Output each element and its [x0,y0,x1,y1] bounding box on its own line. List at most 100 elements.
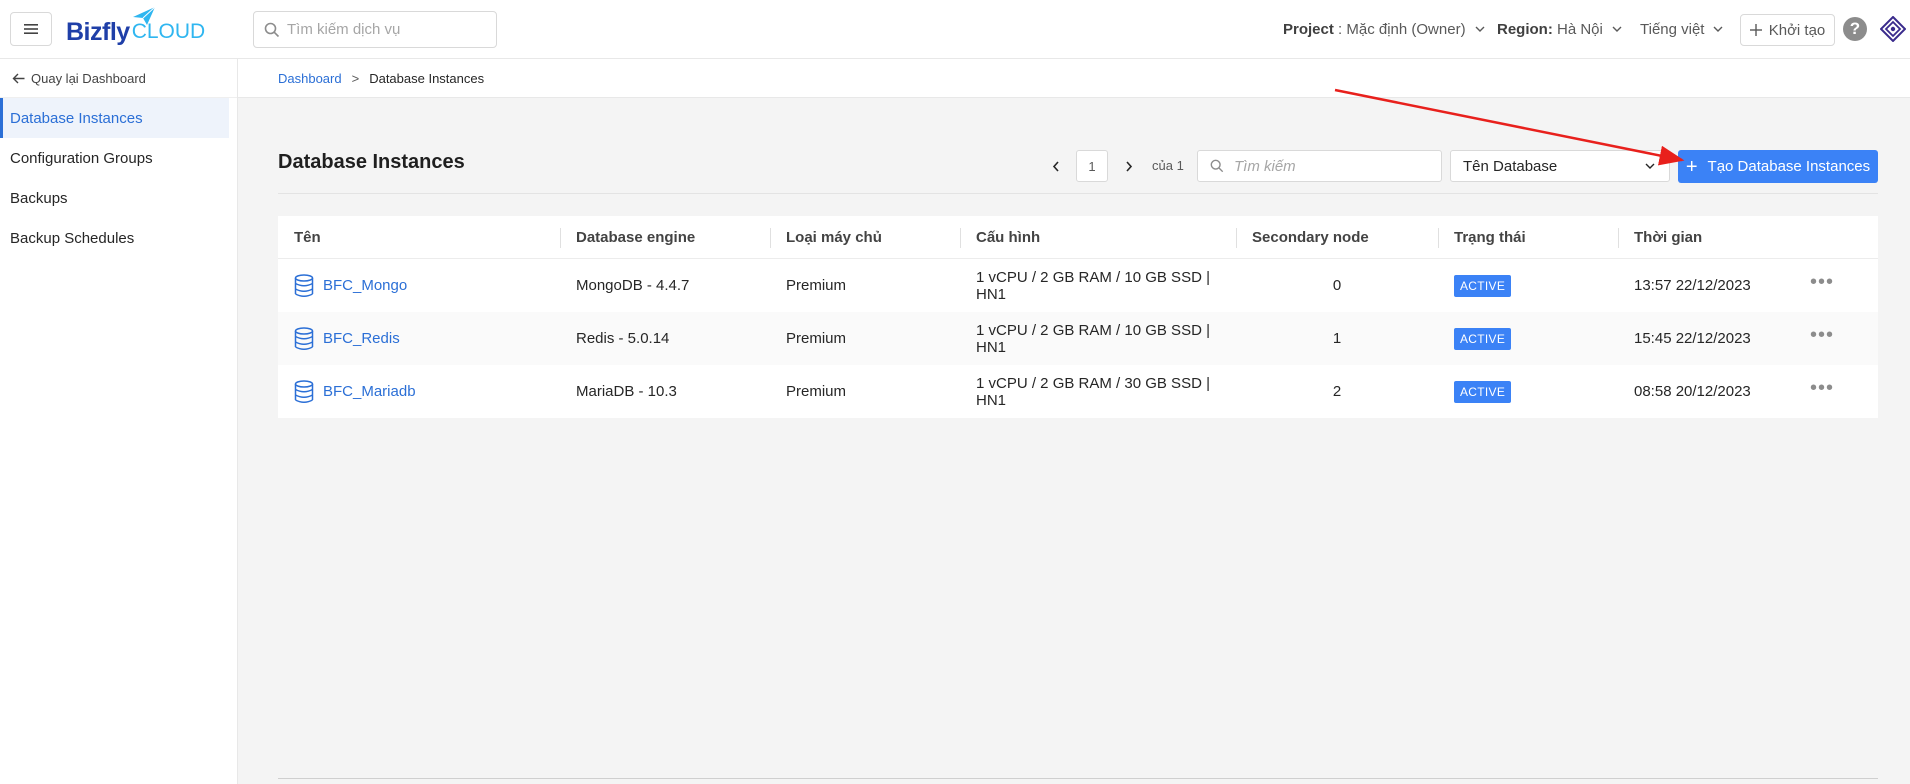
region-label: Region: [1497,20,1553,38]
back-to-dashboard-link[interactable]: Quay lại Dashboard [0,59,237,98]
previous-page-button[interactable] [1041,150,1071,182]
more-actions-icon[interactable]: ••• [1810,378,1834,398]
time-cell: 15:45 22/12/2023 [1634,330,1751,347]
chevron-down-icon [1645,163,1655,169]
sidebar-item-backup-schedules[interactable]: Backup Schedules [0,218,237,258]
name-cell: BFC_Mariadb [278,365,560,418]
column-header-secondary-node: Secondary node [1236,216,1438,258]
status-badge: ACTIVE [1454,327,1512,350]
sidebar-item-backups[interactable]: Backups [0,178,237,218]
menu-button[interactable] [10,12,52,46]
table-row: BFC_Mongo MongoDB - 4.4.7 Premium 1 vCPU… [278,259,1878,312]
engine-cell: Redis - 5.0.14 [576,330,670,347]
sidebar-item-label: Database Instances [10,109,143,127]
status-badge: ACTIVE [1454,274,1512,297]
instance-name-link[interactable]: BFC_Mongo [323,277,407,294]
page-title: Database Instances [278,151,465,173]
chevron-down-icon [1713,26,1723,32]
search-field-value: Tên Database [1463,157,1558,175]
database-instances-table: Tên Database engine Loại máy chủ Cấu hìn… [278,216,1878,418]
status-cell: ACTIVE [1438,259,1618,312]
server-type-cell: Premium [786,383,847,400]
project-selector[interactable]: Project : Mặc định (Owner) [1283,0,1485,58]
time-cell: 08:58 20/12/2023 [1634,383,1751,400]
plus-icon [1749,24,1762,36]
column-header-config: Cấu hình [960,216,1236,258]
sidebar-item-label: Configuration Groups [10,149,153,167]
sidebar-item-database-instances[interactable]: Database Instances [0,98,229,138]
region-value: Hà Nội [1552,20,1603,38]
column-header-actions [1810,216,1878,258]
engine-cell: MongoDB - 4.4.7 [576,277,690,294]
project-value: : Mặc định (Owner) [1333,20,1466,38]
search-icon [264,22,280,37]
status-badge: ACTIVE [1454,380,1512,403]
back-to-dashboard-label: Quay lại Dashboard [31,70,146,86]
divider [278,193,1878,194]
chevron-left-icon [1052,160,1059,172]
create-database-instance-label: Tạo Database Instances [1707,158,1871,175]
top-header: Bizfly CLOUD Project : Mặc định (Owner) … [0,0,1910,59]
secondary-node-cell: 2 [1332,383,1342,400]
sidebar-item-configuration-groups[interactable]: Configuration Groups [0,138,237,178]
table-row: BFC_Mariadb MariaDB - 10.3 Premium 1 vCP… [278,365,1878,418]
table-header: Tên Database engine Loại máy chủ Cấu hìn… [278,216,1878,259]
name-cell: BFC_Mongo [278,259,560,312]
search-icon [1210,159,1224,173]
column-header-engine: Database engine [560,216,770,258]
instance-search-box[interactable] [1197,150,1442,182]
breadcrumb-separator: > [351,70,360,86]
chevron-down-icon [1475,26,1485,32]
engine-cell: MariaDB - 10.3 [576,383,677,400]
name-cell: BFC_Redis [278,312,560,365]
actions-cell: ••• [1810,365,1878,418]
database-icon [294,273,314,297]
status-cell: ACTIVE [1438,312,1618,365]
search-field-select[interactable]: Tên Database [1450,150,1670,182]
language-selector[interactable]: Tiếng việt [1640,0,1723,58]
next-page-button[interactable] [1114,150,1144,182]
column-header-name: Tên [294,228,321,246]
config-cell: 1 vCPU / 2 GB RAM / 10 GB SSD | HN1 [976,321,1210,356]
sidebar-item-label: Backups [10,189,68,207]
column-header-time: Thời gian [1618,216,1810,258]
breadcrumb-dashboard-link[interactable]: Dashboard [278,71,342,86]
server-type-cell: Premium [786,277,847,294]
service-search-input[interactable] [287,21,487,38]
language-value: Tiếng việt [1640,20,1705,38]
region-selector[interactable]: Region: Hà Nội [1497,0,1622,58]
breadcrumb-current: Database Instances [369,70,485,86]
project-label: Project [1283,20,1334,38]
database-icon [294,326,314,350]
hamburger-icon [24,24,38,34]
instance-search-input[interactable] [1234,157,1434,175]
paper-plane-icon [133,6,156,25]
help-icon[interactable]: ? [1843,17,1867,41]
create-database-instance-button[interactable]: + Tạo Database Instances [1678,150,1878,183]
config-cell: 1 vCPU / 2 GB RAM / 10 GB SSD | HN1 [976,268,1210,303]
sidebar: Quay lại Dashboard Database Instances Co… [0,59,238,784]
breadcrumb: Dashboard > Database Instances [238,59,1910,98]
instance-name-link[interactable]: BFC_Redis [323,330,400,347]
time-cell: 13:57 22/12/2023 [1634,277,1751,294]
service-search-box[interactable] [253,11,497,48]
column-header-status: Trạng thái [1438,216,1618,258]
bizfly-logo[interactable]: Bizfly CLOUD [66,6,205,50]
plus-icon: + [1685,155,1698,178]
secondary-node-cell: 1 [1332,330,1342,347]
instance-name-link[interactable]: BFC_Mariadb [323,383,416,400]
current-page-input[interactable]: 1 [1076,150,1108,182]
create-resource-label: Khởi tạo [1768,21,1826,39]
footer-divider [278,778,1878,779]
server-type-cell: Premium [786,330,847,347]
app-launcher-icon[interactable] [1880,16,1906,42]
logo-text-bizfly: Bizfly [66,18,130,46]
create-resource-button[interactable]: Khởi tạo [1740,14,1835,46]
actions-cell: ••• [1810,312,1878,365]
more-actions-icon[interactable]: ••• [1810,272,1834,292]
chevron-right-icon [1126,160,1133,172]
more-actions-icon[interactable]: ••• [1810,325,1834,345]
status-cell: ACTIVE [1438,365,1618,418]
column-header-server-type: Loại máy chủ [770,216,960,258]
actions-cell: ••• [1810,259,1878,312]
